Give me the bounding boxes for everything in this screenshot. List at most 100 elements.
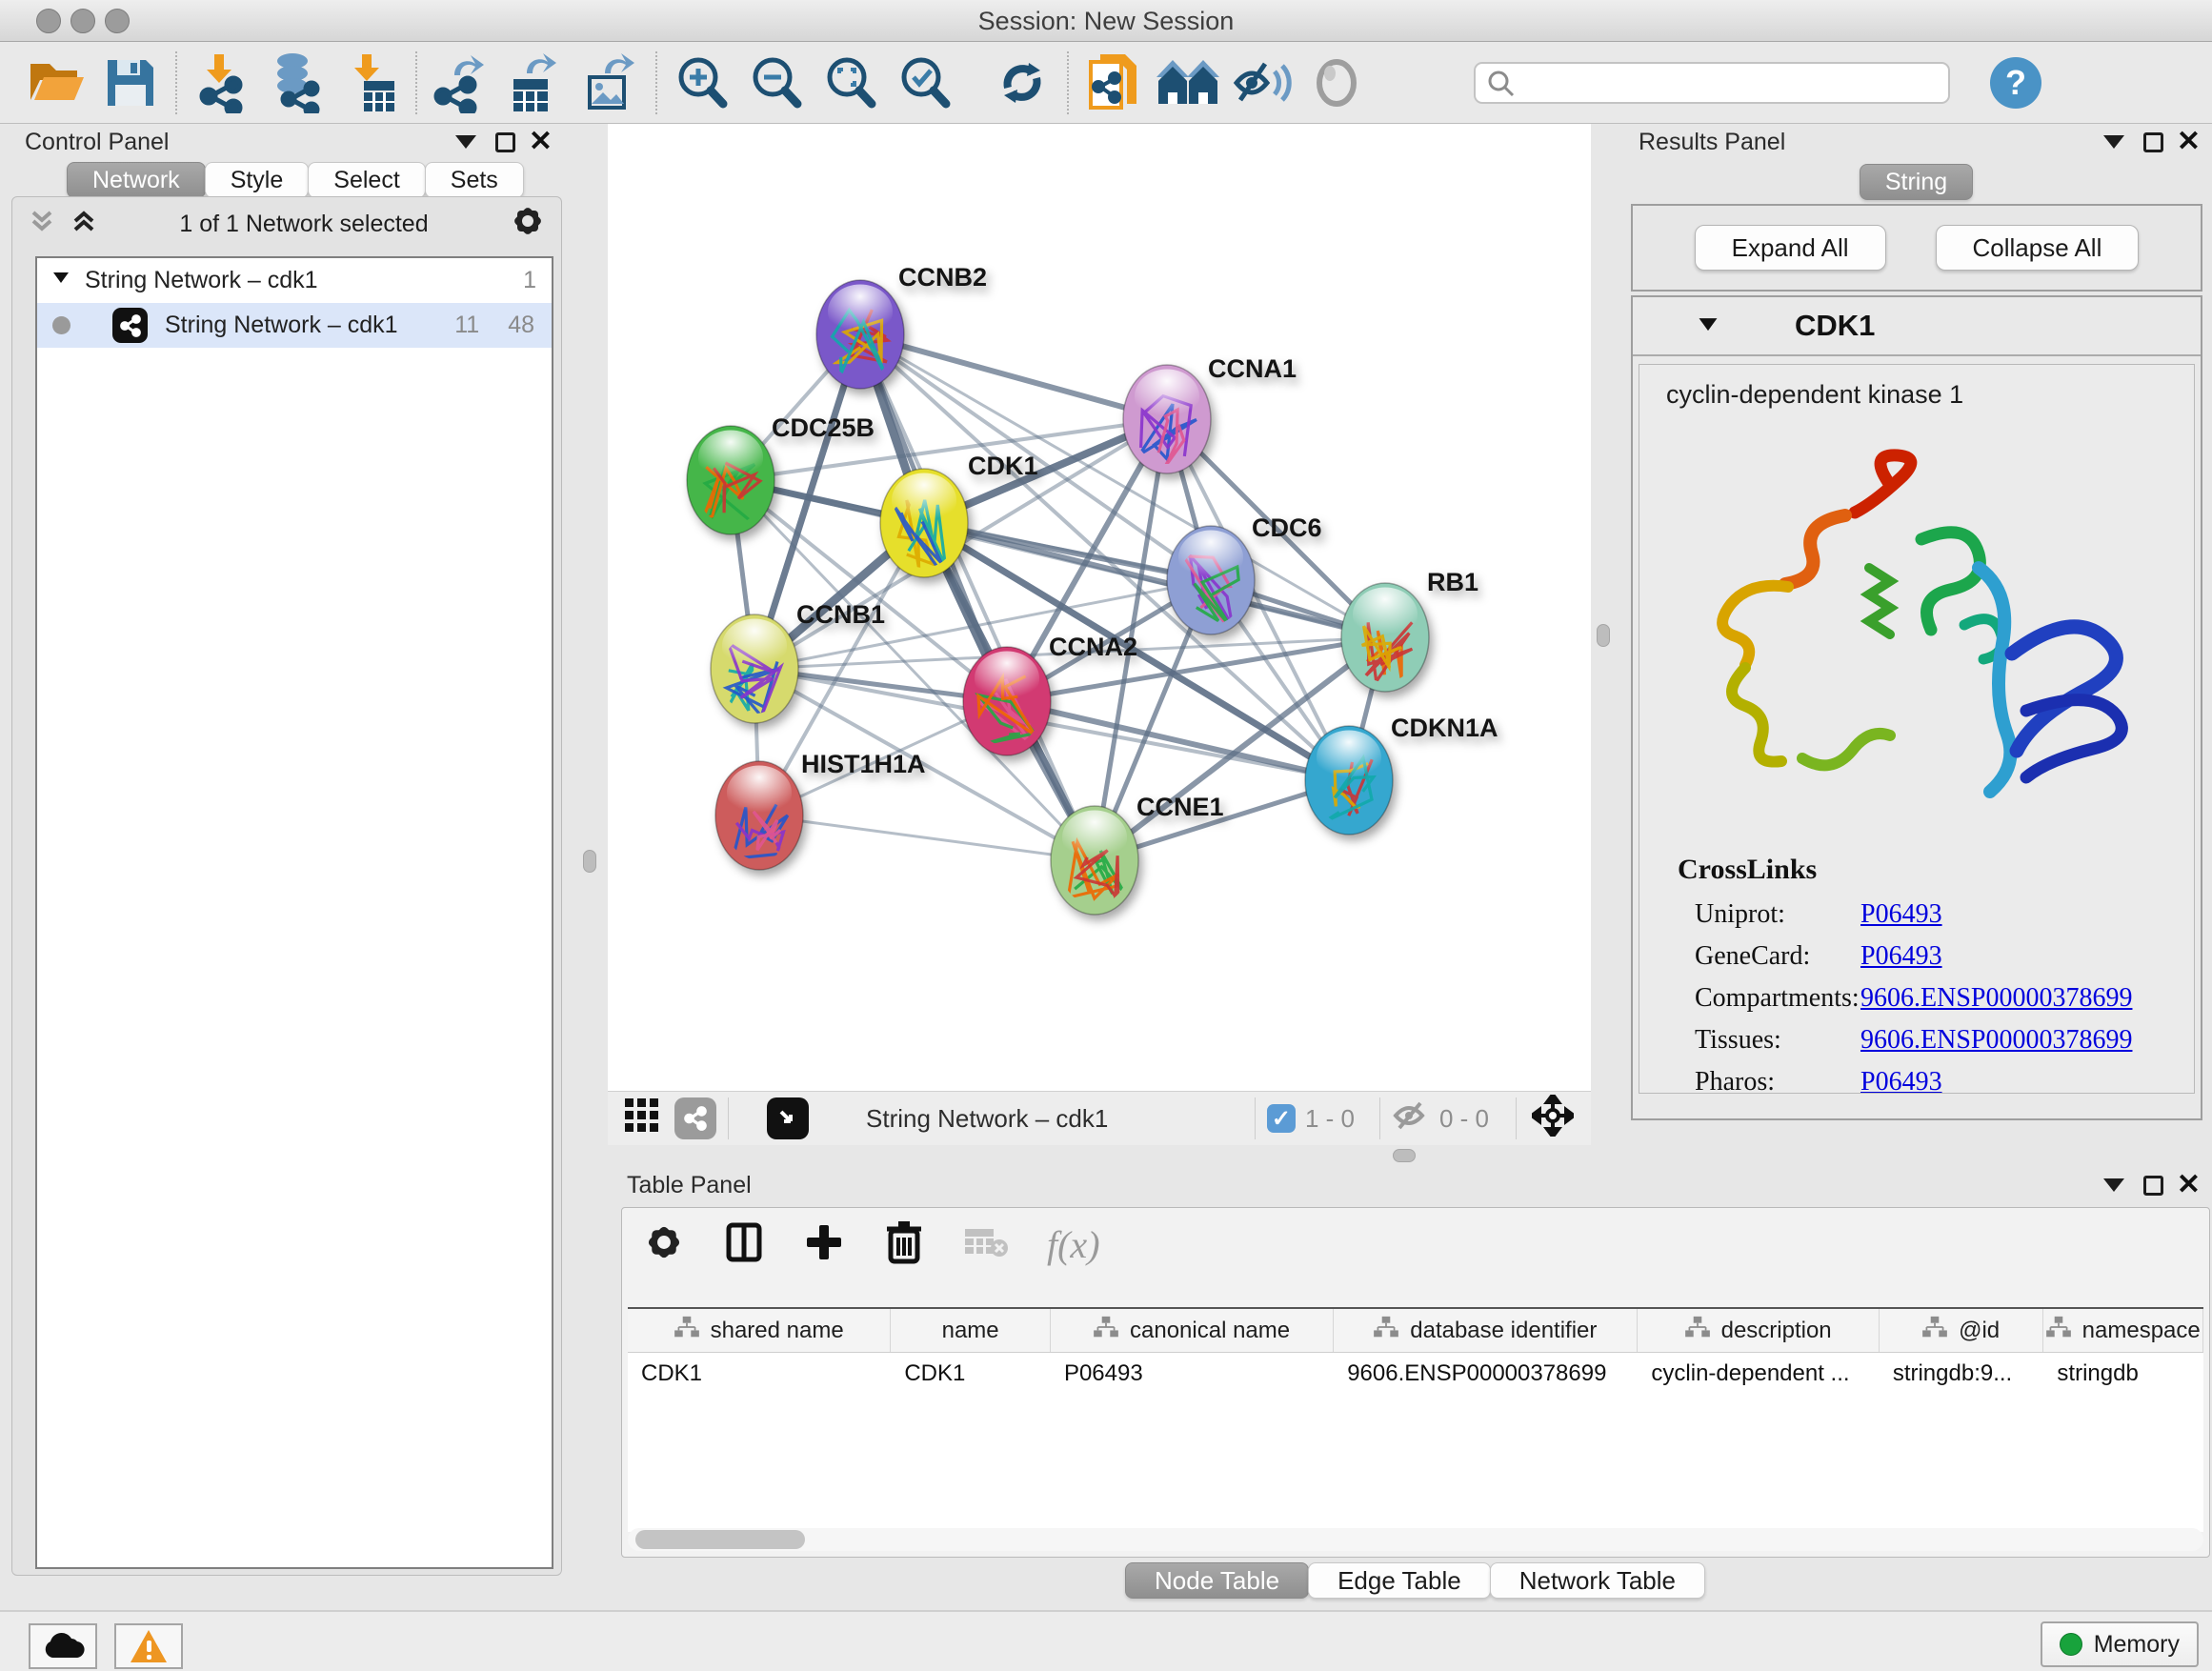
zoom-out-icon[interactable] [739,51,814,114]
show-graphics-details-icon[interactable] [1299,51,1374,114]
node-CCNE1[interactable]: CCNE1 [1051,793,1224,915]
column-header-namespace[interactable]: namespace [2043,1309,2203,1352]
edge-HIST1H1A-CCNE1[interactable] [759,815,1095,860]
import-table-from-file-icon[interactable] [333,51,408,114]
tab-edge-table[interactable]: Edge Table [1308,1562,1491,1599]
table-cell[interactable]: cyclin-dependent ... [1638,1353,1879,1395]
hidden-eye-icon[interactable] [1392,1099,1432,1138]
control-panel-title: Control Panel [25,129,169,156]
table-row[interactable]: CDK1CDK1P064939606.ENSP00000378699cyclin… [628,1353,2203,1395]
birds-eye-view-icon[interactable] [767,1097,809,1139]
node-CDKN1A[interactable]: CDKN1A [1305,714,1498,835]
edge-CCNA2-CDKN1A[interactable] [1007,701,1349,780]
panel-float-icon[interactable] [495,132,515,152]
memory-button[interactable]: Memory [2041,1621,2199,1667]
tab-node-table[interactable]: Node Table [1125,1562,1309,1599]
crosslink-link[interactable]: P06493 [1860,894,1942,936]
hide-unhide-graphics-icon[interactable] [1225,51,1299,114]
tab-sets[interactable]: Sets [425,162,524,198]
scrollbar-thumb[interactable] [635,1530,805,1549]
selected-checkbox-icon[interactable]: ✓ [1267,1104,1296,1133]
node-CCNB1[interactable]: CCNB1 [711,600,885,723]
delete-column-icon[interactable] [883,1219,925,1270]
tab-select[interactable]: Select [308,162,425,198]
zoom-fit-icon[interactable] [814,51,888,114]
node-label: CCNB1 [796,600,885,629]
panel-close-icon[interactable]: ✕ [2177,1171,2201,1199]
node-CCNA1[interactable]: CCNA1 [1123,354,1297,473]
expand-all-button[interactable]: Expand All [1695,225,1886,271]
add-column-icon[interactable] [803,1221,845,1268]
panel-menu-icon[interactable] [455,135,476,149]
table-options-gear-icon[interactable] [643,1221,685,1268]
table-horizontal-scrollbar[interactable] [628,1528,2203,1551]
warnings-button[interactable] [114,1623,183,1669]
grid-view-icon[interactable] [623,1097,661,1141]
help-icon[interactable]: ? [1990,57,2041,109]
network-canvas[interactable]: CCNB2CCNA1CDC25BCDK1CDC6RB1CCNB1CCNA2CDK… [608,124,1591,1145]
string-home-icon[interactable] [1151,51,1225,114]
column-header-canonical-name[interactable]: canonical name [1051,1309,1334,1352]
table-cell[interactable]: CDK1 [891,1353,1051,1395]
panel-menu-icon[interactable] [2103,135,2124,149]
network-options-gear-icon[interactable] [510,203,546,246]
show-column-icon[interactable] [723,1221,765,1268]
export-network-icon[interactable] [425,51,499,114]
zoom-in-icon[interactable] [665,51,739,114]
table-cell[interactable]: CDK1 [628,1353,891,1395]
column-header-database-identifier[interactable]: database identifier [1334,1309,1638,1352]
search-input[interactable] [1474,62,1950,104]
column-header-name[interactable]: name [891,1309,1051,1352]
network-collection-row[interactable]: String Network – cdk1 1 [37,258,552,303]
tab-style[interactable]: Style [205,162,310,198]
import-network-from-file-icon[interactable] [185,51,259,114]
crosslink-link[interactable]: P06493 [1860,1061,1942,1094]
zoom-selected-icon[interactable] [888,51,962,114]
export-table-icon[interactable] [499,51,573,114]
network-view-icon[interactable] [674,1097,716,1139]
export-image-icon[interactable] [573,51,648,114]
table-cell[interactable]: 9606.ENSP00000378699 [1334,1353,1638,1395]
crosslink-link[interactable]: 9606.ENSP00000378699 [1860,1019,2132,1061]
table-cell[interactable]: stringdb [2043,1353,2203,1395]
clone-network-icon[interactable] [1076,51,1151,114]
open-session-icon[interactable] [19,51,93,114]
panel-float-icon[interactable] [2143,132,2163,152]
delete-table-icon[interactable] [963,1223,1009,1266]
panel-close-icon[interactable]: ✕ [529,128,553,156]
function-builder-icon[interactable]: f(x) [1047,1222,1100,1267]
left-splitter-handle[interactable] [583,850,596,873]
bottom-splitter-handle[interactable] [1393,1149,1416,1162]
edge-CCNB2-CCNE1[interactable] [860,334,1095,860]
panel-close-icon[interactable]: ✕ [2177,128,2201,156]
node-RB1[interactable]: RB1 [1341,568,1478,692]
panel-menu-icon[interactable] [2103,1178,2124,1192]
expand-all-networks-icon[interactable] [70,207,98,242]
panel-float-icon[interactable] [2143,1176,2163,1196]
refresh-icon[interactable] [985,51,1059,114]
column-header-description[interactable]: description [1638,1309,1879,1352]
cloud-button[interactable] [29,1623,97,1669]
table-cell[interactable]: stringdb:9... [1880,1353,2044,1395]
crosslink-link[interactable]: 9606.ENSP00000378699 [1860,977,2132,1019]
save-session-icon[interactable] [93,51,168,114]
column-header-shared-name[interactable]: shared name [628,1309,891,1352]
import-network-from-database-icon[interactable] [259,51,333,114]
tab-network-table[interactable]: Network Table [1490,1562,1705,1599]
node-HIST1H1A[interactable]: HIST1H1A [715,750,926,870]
collapse-entry-icon[interactable] [1696,312,1720,341]
collapse-all-button[interactable]: Collapse All [1936,225,2140,271]
crosslink-label: Pharos: [1678,1061,1860,1094]
pan-crosshair-icon[interactable] [1532,1095,1574,1143]
table-cell[interactable]: P06493 [1051,1353,1334,1395]
network-graph[interactable]: CCNB2CCNA1CDC25BCDK1CDC6RB1CCNB1CCNA2CDK… [608,124,1591,1091]
tab-network[interactable]: Network [67,162,206,198]
collapse-all-networks-icon[interactable] [28,207,56,242]
network-row-selected[interactable]: String Network – cdk1 11 48 [37,303,552,348]
right-splitter-handle[interactable] [1597,624,1610,647]
crosslink-link[interactable]: P06493 [1860,936,1942,977]
column-header-id[interactable]: @id [1880,1309,2044,1352]
tree-expander-icon[interactable] [50,267,71,294]
tab-string[interactable]: String [1860,164,1973,200]
gene-entry-header[interactable]: CDK1 [1633,297,2201,356]
